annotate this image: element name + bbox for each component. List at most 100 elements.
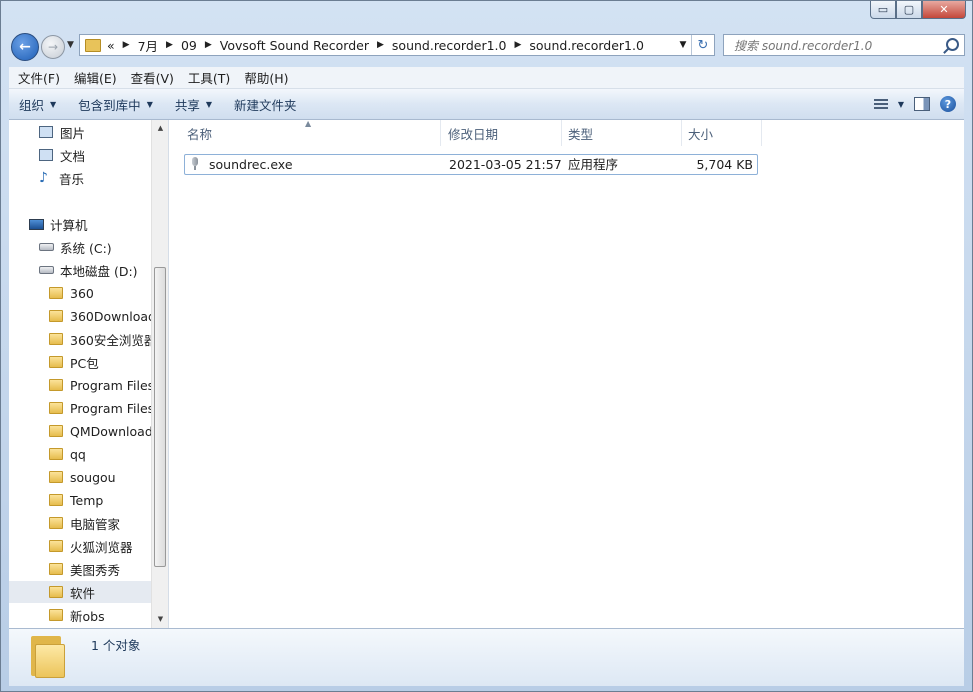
folder-icon: [49, 402, 63, 414]
folder-icon: [49, 586, 63, 598]
chevron-down-icon: ▼: [50, 99, 57, 109]
breadcrumb-item[interactable]: Vovsoft Sound Recorder: [220, 38, 369, 53]
nav-item-folder[interactable]: QMDownload: [49, 420, 153, 442]
nav-item-label: 系统 (C:): [60, 240, 112, 256]
microphone-icon: [190, 157, 200, 172]
navigation-scrollbar[interactable]: ▲ ▼: [151, 120, 169, 628]
search-icon[interactable]: [946, 38, 959, 51]
chevron-down-icon: ▼: [205, 99, 213, 109]
nav-item-computer[interactable]: 计算机: [29, 213, 88, 235]
share-button[interactable]: 共享 ▼: [165, 95, 224, 114]
nav-item-folder[interactable]: Program Files: [49, 397, 154, 419]
search-input[interactable]: [732, 36, 936, 56]
nav-item-label: 本地磁盘 (D:): [60, 263, 138, 279]
scroll-down-icon[interactable]: ▼: [152, 611, 169, 628]
organize-label: 组织: [19, 97, 45, 113]
nav-item-folder[interactable]: Program Files: [49, 374, 154, 396]
view-options-dropdown-icon[interactable]: ▼: [898, 100, 904, 109]
file-modified: 2021-03-05 21:57: [449, 157, 562, 172]
menu-help[interactable]: 帮助(H): [239, 68, 293, 87]
nav-item-label: 软件: [70, 585, 96, 601]
arrow-left-icon: ←: [19, 39, 31, 55]
scroll-up-icon[interactable]: ▲: [152, 120, 169, 137]
folder-icon: [49, 310, 63, 322]
scrollbar-thumb[interactable]: [154, 267, 166, 567]
menu-view[interactable]: 查看(V): [126, 68, 179, 87]
breadcrumb-separator-icon[interactable]: ▶: [514, 40, 521, 50]
menu-file[interactable]: 文件(F): [13, 68, 65, 87]
nav-item-folder[interactable]: 火狐浏览器: [49, 535, 133, 557]
help-icon[interactable]: ?: [940, 96, 956, 112]
nav-item-drive-c[interactable]: 系统 (C:): [39, 236, 112, 258]
column-header-type[interactable]: 类型: [560, 120, 682, 146]
column-header-size[interactable]: 大小: [680, 120, 762, 146]
folder-icon: [49, 471, 63, 483]
file-type: 应用程序: [568, 157, 619, 172]
pictures-library-icon: [39, 126, 53, 138]
column-header-label: 类型: [568, 126, 594, 142]
organize-button[interactable]: 组织 ▼: [9, 95, 68, 114]
caption-buttons: ▭ ▢ ✕: [870, 1, 966, 19]
include-in-library-button[interactable]: 包含到库中 ▼: [68, 95, 165, 114]
change-view-icon[interactable]: [873, 98, 888, 110]
nav-item-label: 电脑管家: [70, 516, 121, 532]
command-bar-right: ▼ ?: [873, 96, 964, 112]
recent-pages-button[interactable]: ▼: [67, 40, 74, 50]
nav-item-folder[interactable]: 电脑管家: [49, 512, 120, 534]
nav-item-folder[interactable]: Temp: [49, 489, 103, 511]
nav-item-folder-selected[interactable]: 软件: [9, 581, 151, 603]
forward-button[interactable]: →: [41, 35, 65, 59]
nav-item-label: qq: [70, 446, 86, 462]
breadcrumb-overflow[interactable]: «: [107, 38, 115, 53]
menu-edit[interactable]: 编辑(E): [69, 68, 122, 87]
breadcrumb-item[interactable]: sound.recorder1.0: [529, 38, 644, 53]
nav-item-folder[interactable]: PC包: [49, 351, 99, 373]
share-label: 共享: [174, 97, 200, 113]
arrow-right-icon: →: [47, 40, 59, 54]
column-header-name[interactable]: 名称: [179, 120, 441, 146]
breadcrumb-separator-icon[interactable]: ▶: [205, 40, 212, 50]
nav-item-label: Temp: [70, 492, 104, 508]
minimize-button[interactable]: ▭: [870, 1, 896, 19]
close-button[interactable]: ✕: [922, 1, 966, 19]
nav-item-documents[interactable]: 文档: [39, 144, 85, 166]
breadcrumb-item[interactable]: 7月: [138, 36, 158, 55]
refresh-icon[interactable]: ↻: [691, 35, 714, 55]
breadcrumb-item[interactable]: 09: [181, 38, 197, 53]
file-name: soundrec.exe: [209, 157, 293, 172]
nav-item-label: 360安全浏览器: [70, 332, 157, 348]
nav-item-music[interactable]: ♪ 音乐: [39, 167, 84, 189]
new-folder-button[interactable]: 新建文件夹: [224, 95, 309, 114]
file-row[interactable]: soundrec.exe 2021-03-05 21:57 应用程序 5,704…: [184, 154, 758, 175]
nav-item-label: 360: [70, 285, 94, 301]
nav-item-label: 计算机: [50, 217, 88, 233]
folder-icon: [31, 636, 65, 678]
nav-item-pictures[interactable]: 图片: [39, 121, 85, 143]
folder-icon: [49, 517, 63, 529]
breadcrumb-separator-icon[interactable]: ▶: [166, 40, 173, 50]
nav-item-drive-d[interactable]: 本地磁盘 (D:): [39, 259, 138, 281]
nav-item-folder[interactable]: qq: [49, 443, 86, 465]
maximize-button[interactable]: ▢: [896, 1, 922, 19]
address-bar[interactable]: « ▶ 7月 ▶ 09 ▶ Vovsoft Sound Recorder ▶ s…: [79, 34, 715, 56]
breadcrumb-item[interactable]: sound.recorder1.0: [392, 38, 507, 53]
nav-item-folder[interactable]: 360安全浏览器: [49, 328, 156, 350]
search-box: [723, 34, 965, 56]
preview-pane-icon[interactable]: [914, 97, 930, 111]
breadcrumb-separator-icon[interactable]: ▶: [123, 40, 130, 50]
folder-icon: [49, 333, 63, 345]
column-header-modified[interactable]: 修改日期: [440, 120, 562, 146]
address-dropdown-icon[interactable]: ▼: [675, 40, 691, 50]
details-pane: 1 个对象: [9, 628, 964, 686]
nav-item-folder[interactable]: 360Download: [49, 305, 156, 327]
breadcrumb-separator-icon[interactable]: ▶: [377, 40, 384, 50]
folder-icon: [49, 540, 63, 552]
nav-item-folder[interactable]: 美图秀秀: [49, 558, 120, 580]
system-drive-icon: [39, 243, 54, 251]
back-button[interactable]: ←: [11, 33, 39, 61]
nav-item-folder[interactable]: 360: [49, 282, 94, 304]
nav-item-folder[interactable]: sougou: [49, 466, 116, 488]
menu-tools[interactable]: 工具(T): [183, 68, 235, 87]
folder-icon: [49, 287, 63, 299]
nav-item-folder[interactable]: 新obs: [49, 604, 105, 626]
